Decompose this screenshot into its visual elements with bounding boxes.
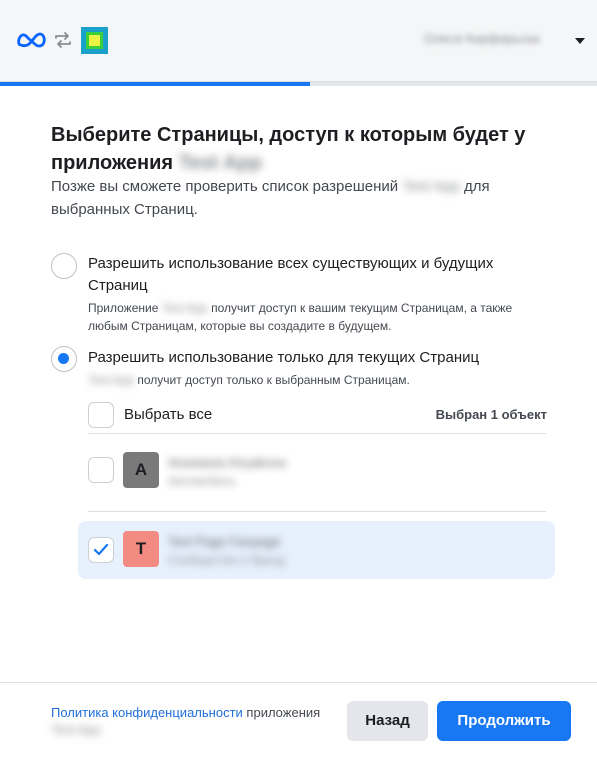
- progress-bar: [0, 82, 597, 86]
- radio-all-pages[interactable]: [51, 253, 77, 279]
- page-row[interactable]: A Anastasia Kiryakova Автомобиль: [78, 441, 555, 499]
- option-all-pages-label[interactable]: Разрешить использование всех существующи…: [88, 253, 538, 297]
- progress-fill: [0, 82, 311, 86]
- continue-button[interactable]: Продолжить: [437, 701, 571, 741]
- meta-logo-icon: [17, 32, 46, 48]
- select-all-checkbox[interactable]: [88, 402, 114, 428]
- option-all-pages-desc: Приложение Test App получит доступ к ваш…: [88, 301, 513, 333]
- checkmark-icon: [93, 543, 109, 556]
- page-name: Anastasia Kiryakova: [168, 455, 286, 470]
- page-name: Test Page Fanpage: [168, 534, 281, 549]
- page-category: Автомобиль: [168, 474, 236, 488]
- chevron-down-icon[interactable]: [575, 38, 585, 44]
- divider: [88, 511, 546, 512]
- privacy-policy-link[interactable]: Политика конфиденциальности: [51, 705, 243, 720]
- page-subtitle: Позже вы сможете проверить список разреш…: [51, 178, 490, 218]
- back-button[interactable]: Назад: [347, 701, 428, 741]
- radio-current-pages[interactable]: [51, 346, 77, 372]
- select-all-label[interactable]: Выбрать все: [124, 405, 212, 425]
- page-title: Выберите Страницы, доступ к которым буде…: [51, 124, 526, 174]
- page-avatar: T: [123, 531, 159, 567]
- app-name: Test App: [178, 152, 262, 174]
- option-current-pages-label[interactable]: Разрешить использование только для текущ…: [88, 347, 538, 369]
- page-checkbox-checked[interactable]: [88, 537, 114, 563]
- account-name[interactable]: Олеся Кирфирьска: [424, 31, 572, 49]
- page-category: Сообщество и бренд: [168, 553, 285, 567]
- page-row-selected[interactable]: T Test Page Fanpage Сообщество и бренд: [78, 521, 555, 579]
- app-icon: [81, 27, 108, 54]
- footer-policy: Политика конфиденциальности приложения T…: [51, 705, 321, 737]
- page-avatar: A: [123, 452, 159, 488]
- app-name: Test App: [402, 178, 460, 195]
- page-checkbox[interactable]: [88, 457, 114, 483]
- dialog-header: Олеся Кирфирьска: [0, 0, 597, 82]
- divider: [88, 433, 546, 434]
- selected-count: Выбран 1 объект: [435, 407, 547, 422]
- swap-arrows-icon: [55, 32, 71, 48]
- app-name: Test App: [51, 722, 101, 737]
- option-current-pages-desc: Test App получит доступ только к выбранн…: [88, 373, 410, 387]
